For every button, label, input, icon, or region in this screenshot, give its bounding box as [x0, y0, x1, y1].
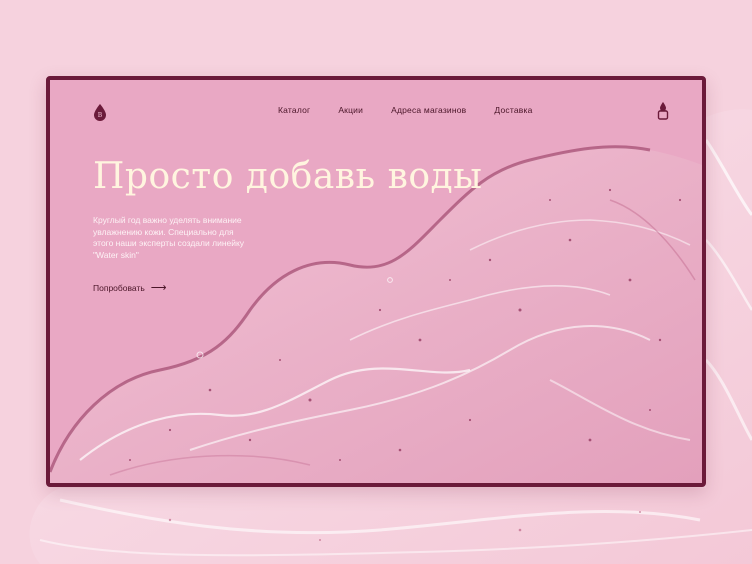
hero-title: Просто добавь воды [93, 156, 483, 197]
nav-delivery[interactable]: Доставка [494, 105, 532, 115]
droplet-bag-icon[interactable] [655, 101, 671, 121]
nav-store-addresses[interactable]: Адреса магазинов [391, 105, 466, 115]
nav-promotions[interactable]: Акции [338, 105, 363, 115]
svg-text:B: B [98, 112, 103, 119]
hero-window: B Каталог Акции Адреса магазинов Доставк… [46, 76, 706, 487]
try-button[interactable]: Попробовать ⟶ [93, 282, 167, 294]
main-nav: Каталог Акции Адреса магазинов Доставка [278, 105, 533, 115]
arrow-right-icon: ⟶ [150, 282, 167, 294]
droplet-logo-icon[interactable]: B [92, 103, 108, 121]
gel-texture-image [50, 145, 702, 483]
nav-catalog[interactable]: Каталог [278, 105, 310, 115]
hero-description: Круглый год важно уделять внимание увлаж… [93, 215, 245, 260]
try-button-label: Попробовать [93, 283, 145, 293]
